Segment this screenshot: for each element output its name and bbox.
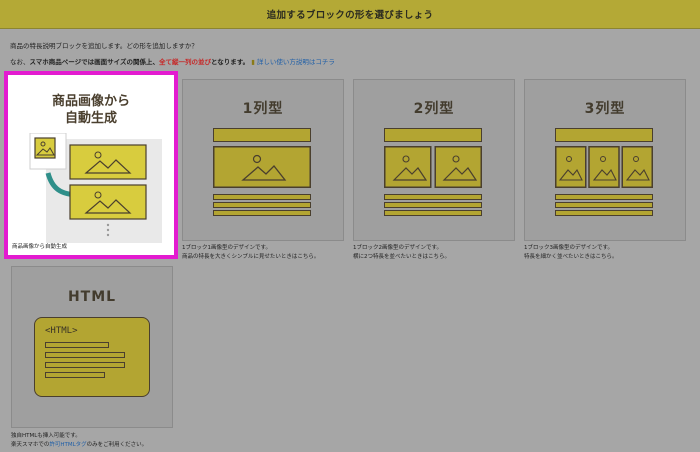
card-title: 商品画像から 自動生成 (51, 94, 130, 126)
block-option-html[interactable]: HTML <HTML> (11, 266, 173, 428)
text-line (384, 210, 482, 216)
text-line (213, 194, 311, 200)
card-description: 1ブロック3画像型のデザインです。 特長を細かく並べたいときはこちら。 (524, 245, 618, 260)
block-option-3-column[interactable]: 3列型 (524, 79, 686, 241)
text-line (213, 202, 311, 208)
intro-text: 商品の特長説明ブロックを追加します。どの形を追加しますか？ (10, 42, 198, 50)
auto-generate-illustration (29, 133, 162, 243)
dialog-title-bar: 追加するブロックの形を選びましょう (0, 0, 700, 29)
code-line (45, 372, 105, 378)
card-title: HTML (67, 289, 117, 305)
header-bar (213, 128, 311, 142)
card-description: 1ブロック1画像型のデザインです。 商品の特長を大きくシンプルに見せたいときはこ… (182, 245, 320, 260)
card-title: 1列型 (242, 101, 284, 117)
text-line (555, 202, 653, 208)
html-tag-label: <HTML> (45, 326, 78, 336)
help-link[interactable]: 詳しい使い方説明はコチラ (257, 58, 335, 66)
html-code-illustration: <HTML> (34, 317, 150, 397)
text-line (555, 210, 653, 216)
block-option-2-column[interactable]: 2列型 (353, 79, 515, 241)
intro-note: なお、スマホ商品ページでは画面サイズの関係上、全て縦一列の並びとなります。 ▮ … (10, 58, 335, 66)
image-placeholder-icon (555, 146, 653, 188)
code-line (45, 352, 125, 358)
text-line (384, 194, 482, 200)
book-icon: ▮ (251, 58, 255, 66)
card-title: 3列型 (584, 101, 626, 117)
header-bar (555, 128, 653, 142)
code-line (45, 362, 125, 368)
block-option-auto-generate[interactable]: 商品画像から 自動生成 商品画像から自動生成 (4, 71, 178, 259)
text-line (384, 202, 482, 208)
header-bar (384, 128, 482, 142)
text-line (555, 194, 653, 200)
card-title: 2列型 (413, 101, 455, 117)
dialog-title: 追加するブロックの形を選びましょう (266, 10, 434, 21)
text-line (213, 210, 311, 216)
allowed-html-tags-link[interactable]: 許可HTMLタグ (49, 442, 86, 448)
card-description: 1ブロック2画像型のデザインです。 横に2つ特長を並べたいときはこちら。 (353, 245, 451, 260)
block-option-1-column[interactable]: 1列型 (182, 79, 344, 241)
image-placeholder-icon (384, 146, 482, 188)
card-description: 商品画像から自動生成 (12, 244, 68, 250)
card-description: 独自HTMLも挿入可能です。 楽天スマホでの許可HTMLタグのみをご利用ください… (11, 433, 148, 448)
code-line (45, 342, 109, 348)
image-placeholder-icon (213, 146, 311, 188)
